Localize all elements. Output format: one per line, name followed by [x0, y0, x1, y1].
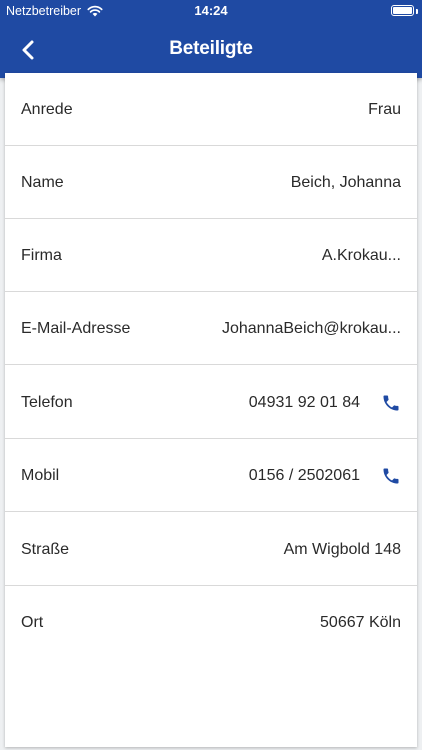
- detail-row-name: Name Beich, Johanna: [5, 146, 417, 219]
- detail-value: A.Krokau...: [321, 247, 401, 264]
- battery-tip: [416, 8, 418, 14]
- battery-level: [393, 7, 412, 14]
- battery-icon: [391, 5, 414, 16]
- details-card: Anrede Frau Name Beich, Johanna Firma A.…: [5, 73, 417, 747]
- call-mobile-button[interactable]: [379, 464, 403, 488]
- detail-value: 50667 Köln: [320, 614, 401, 631]
- status-bar: Netzbetreiber 14:24: [0, 0, 422, 22]
- detail-row-strasse: Straße Am Wigbold 148: [5, 513, 417, 586]
- detail-label: Anrede: [21, 101, 73, 118]
- detail-value: Am Wigbold 148: [283, 541, 401, 558]
- nav-bar: Beteiligte: [0, 22, 422, 78]
- detail-row-telefon: Telefon 04931 92 01 84: [5, 366, 417, 439]
- detail-label: Straße: [21, 541, 70, 558]
- status-time: 14:24: [194, 3, 228, 18]
- detail-value: Beich, Johanna: [290, 174, 401, 191]
- email-value[interactable]: JohannaBeich@krokau...: [222, 292, 401, 365]
- phone-icon: [383, 468, 399, 484]
- detail-row-anrede: Anrede Frau: [5, 73, 417, 146]
- detail-value: Frau: [368, 101, 401, 118]
- detail-label: Firma: [21, 247, 62, 264]
- phone-icon: [383, 395, 399, 411]
- page-title: Beteiligte: [169, 38, 253, 59]
- app-header: Netzbetreiber 14:24 Beteiligte: [0, 0, 422, 78]
- phone-value: 04931 92 01 84: [248, 394, 360, 411]
- detail-label: E-Mail-Adresse: [21, 320, 131, 337]
- call-phone-button[interactable]: [379, 391, 403, 415]
- detail-label: Ort: [21, 614, 44, 631]
- mobile-value: 0156 / 2502061: [248, 467, 360, 484]
- detail-row-mobil: Mobil 0156 / 2502061: [5, 439, 417, 512]
- detail-label: Telefon: [21, 394, 73, 411]
- detail-row-email[interactable]: E-Mail-Adresse JohannaBeich@krokau...: [5, 292, 417, 365]
- detail-row-firma: Firma A.Krokau...: [5, 219, 417, 292]
- detail-label: Mobil: [21, 467, 60, 484]
- detail-label: Name: [21, 174, 64, 191]
- detail-row-ort: Ort 50667 Köln: [5, 586, 417, 659]
